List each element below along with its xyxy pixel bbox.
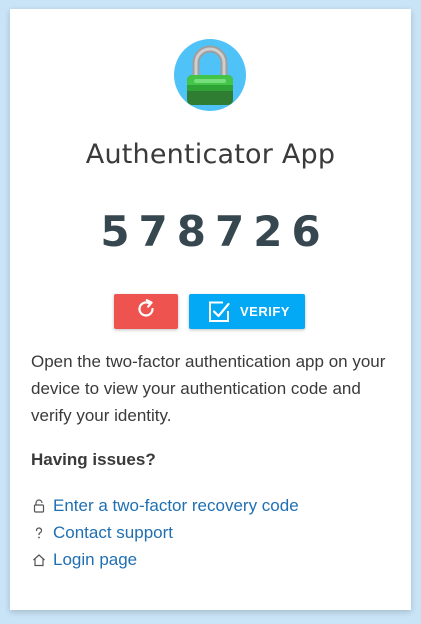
lock-icon bbox=[31, 498, 47, 514]
verify-button[interactable]: VERIFY bbox=[189, 294, 305, 329]
home-icon bbox=[31, 552, 47, 568]
instructions-text: Open the two-factor authentication app o… bbox=[31, 352, 386, 425]
recovery-code-link[interactable]: Enter a two-factor recovery code bbox=[53, 496, 299, 516]
padlock-logo-icon bbox=[174, 39, 246, 111]
auth-card: Authenticator App 578726 VERIFY Open the… bbox=[10, 9, 411, 610]
question-icon bbox=[31, 525, 47, 541]
contact-support-link[interactable]: Contact support bbox=[53, 523, 173, 543]
contact-support-link-row: Contact support bbox=[31, 519, 401, 546]
page-title: Authenticator App bbox=[85, 139, 336, 170]
help-links: Enter a two-factor recovery code Contact… bbox=[31, 492, 401, 573]
refresh-button[interactable] bbox=[114, 294, 178, 329]
login-page-link[interactable]: Login page bbox=[53, 550, 137, 570]
help-heading: Having issues? bbox=[31, 450, 156, 469]
recovery-code-link-row: Enter a two-factor recovery code bbox=[31, 492, 401, 519]
login-page-link-row: Login page bbox=[31, 546, 401, 573]
verify-button-label: VERIFY bbox=[240, 304, 290, 319]
checkbox-icon bbox=[207, 300, 231, 324]
refresh-icon bbox=[134, 297, 158, 326]
authentication-code: 578726 bbox=[100, 207, 330, 256]
